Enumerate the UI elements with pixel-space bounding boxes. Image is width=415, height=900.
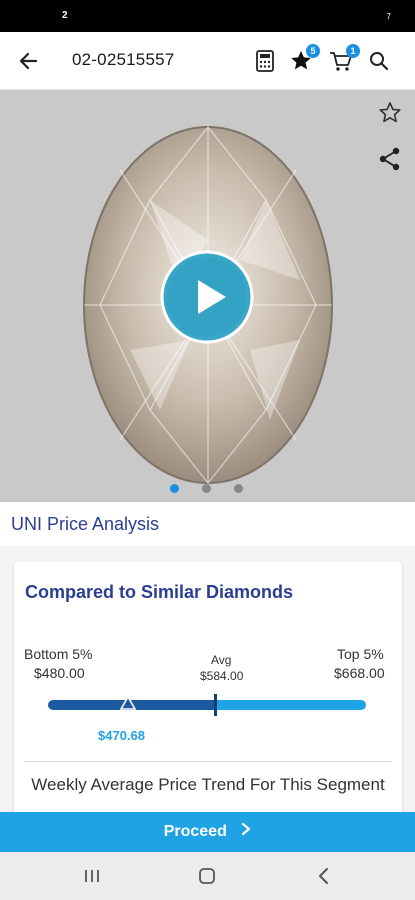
- share-icon: [379, 147, 400, 171]
- system-back-button[interactable]: [312, 864, 336, 888]
- recent-apps-button[interactable]: [80, 864, 104, 888]
- favorites-badge: 5: [306, 44, 320, 58]
- divider: [24, 761, 392, 762]
- card-title: Compared to Similar Diamonds: [25, 582, 294, 602]
- app-header: 02-02515557 5 1: [0, 32, 415, 90]
- carousel-dot[interactable]: [170, 484, 179, 493]
- calculator-button[interactable]: [252, 48, 278, 74]
- price-comparison-card: Compared to Similar Diamonds Bottom 5% $…: [14, 562, 402, 822]
- carousel-dot[interactable]: [202, 484, 211, 493]
- page-title: 02-02515557: [72, 50, 175, 69]
- proceed-button[interactable]: Proceed: [0, 812, 415, 852]
- bottom-percentile-value: $480.00: [34, 665, 85, 681]
- search-icon: [370, 52, 389, 71]
- average-label: Avg: [211, 653, 232, 667]
- back-button[interactable]: [16, 49, 42, 73]
- product-media-viewer[interactable]: [0, 90, 415, 502]
- back-arrow-icon: [19, 52, 38, 70]
- price-range-bar: [48, 694, 366, 716]
- cart-button[interactable]: 1: [328, 44, 360, 74]
- system-navigation-bar: [0, 852, 415, 900]
- average-marker: [214, 694, 217, 716]
- bottom-percentile-label: Bottom 5%: [24, 646, 93, 662]
- calculator-icon: [256, 50, 274, 72]
- chevron-left-icon: [319, 868, 328, 884]
- current-price-marker-icon: [120, 696, 136, 710]
- carousel-dot[interactable]: [234, 484, 243, 493]
- proceed-label: Proceed: [163, 823, 227, 840]
- star-outline-icon: [379, 102, 401, 123]
- price-range-upper-segment: [216, 700, 366, 710]
- top-percentile-value: $668.00: [334, 665, 385, 681]
- recent-apps-icon: [85, 870, 99, 882]
- status-left-text: 2: [62, 10, 68, 21]
- favorites-button[interactable]: 5: [288, 44, 320, 74]
- share-button[interactable]: [377, 146, 403, 172]
- status-bar: 2 7: [0, 0, 415, 32]
- add-to-favorites-button[interactable]: [377, 100, 403, 126]
- trend-chart-title: Weekly Average Price Trend For This Segm…: [31, 775, 385, 794]
- status-right-text: 7: [386, 12, 391, 21]
- play-video-button[interactable]: [160, 250, 254, 344]
- top-percentile-label: Top 5%: [337, 646, 384, 662]
- home-button[interactable]: [195, 864, 219, 888]
- current-price-value: $470.68: [98, 728, 145, 743]
- average-value: $584.00: [200, 669, 244, 683]
- play-icon: [160, 250, 254, 344]
- chevron-right-icon: [241, 812, 251, 852]
- home-icon: [199, 868, 215, 884]
- search-button[interactable]: [366, 48, 392, 74]
- cart-badge: 1: [346, 44, 360, 58]
- section-title: UNI Price Analysis: [11, 514, 160, 534]
